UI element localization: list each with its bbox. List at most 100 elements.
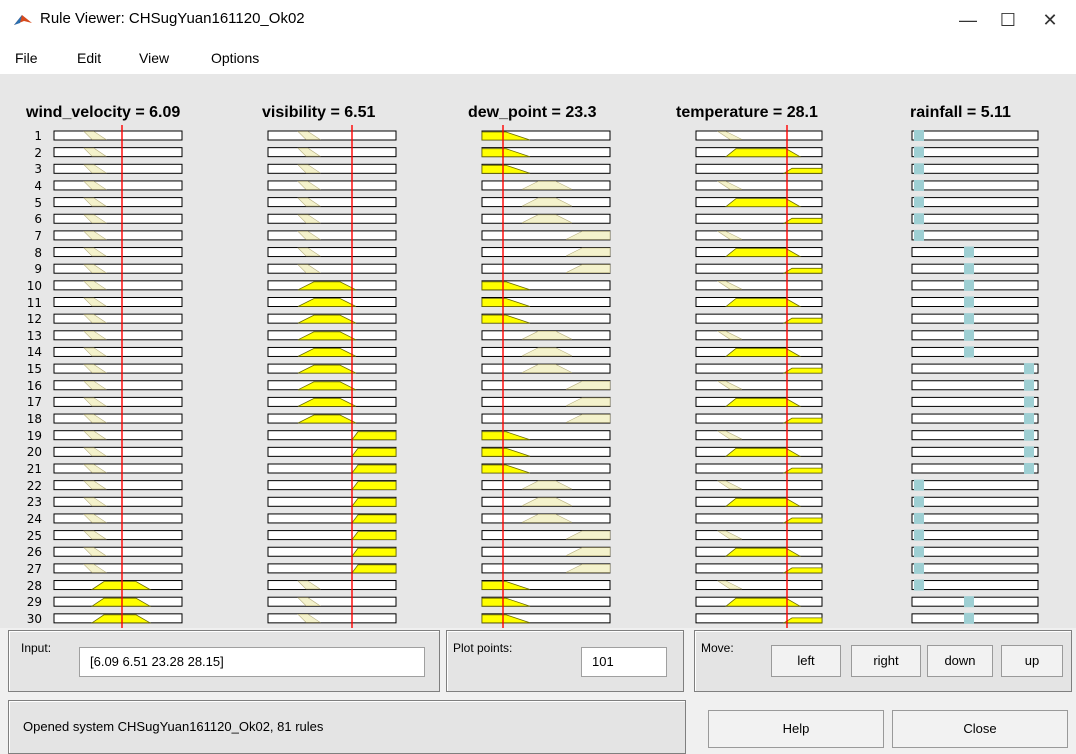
move-up-button[interactable]: up [1001,645,1063,677]
rule-26-var-4-mf [724,547,802,557]
rule-19-var-1-box [53,430,183,441]
rule-10-rainfall-bar [964,279,974,291]
help-button[interactable]: Help [708,710,884,748]
title-bar: Rule Viewer: CHSugYuan161120_Ok02 — ☐ ✕ [0,0,1076,40]
rule-14-rainfall-bar [964,346,974,358]
rule-13-rainfall-bar [964,329,974,341]
rule-25-rainfall-bar [914,529,924,541]
rule-8-var-2-box [267,247,397,258]
rule-13-var-5-box [911,330,1039,341]
status-panel: Opened system CHSugYuan161120_Ok02, 81 r… [8,700,686,754]
rule-30-var-2-box [267,613,397,624]
rule-21-var-5-box [911,463,1039,474]
rule-2-var-4-mf [724,148,802,158]
menu-view[interactable]: View [139,50,169,66]
rule-21-var-1-box [53,463,183,474]
rule-1-var-5-box [911,130,1039,141]
menu-edit[interactable]: Edit [77,50,101,66]
rule-10-var-1-box [53,280,183,291]
rule-5-rainfall-bar [914,196,924,208]
rule-5-var-4-mf [724,198,802,208]
rule-18-rainfall-bar [1024,413,1034,425]
rule-9-var-1-box [53,263,183,274]
rule-6-rainfall-bar [914,213,924,225]
close-button[interactable]: Close [892,710,1068,748]
rule-7-var-5-box [911,230,1039,241]
rule-24-rainfall-bar [914,512,924,524]
rule-plot-area: wind_velocity = 6.09 visibility = 6.51 d… [0,74,1076,628]
rule-24-var-5-box [911,513,1039,524]
menu-file[interactable]: File [15,50,38,66]
menu-options[interactable]: Options [211,50,259,66]
move-left-button[interactable]: left [771,645,841,677]
minimize-button[interactable]: — [948,6,988,34]
rule-19-rainfall-bar [1024,429,1034,441]
matlab-icon [14,15,32,25]
rule-25-var-5-box [911,530,1039,541]
rule-14-var-5-box [911,346,1039,357]
rule-22-rainfall-bar [914,479,924,491]
rule-15-var-5-box [911,363,1039,374]
rule-23-rainfall-bar [914,496,924,508]
move-label: Move: [701,641,734,655]
rule-21-var-2-mf [351,464,397,474]
rule-5-var-5-box [911,197,1039,208]
rule-15-var-1-box [53,363,183,374]
close-window-button[interactable]: ✕ [1030,6,1070,34]
rule-17-var-1-box [53,396,183,407]
rule-17-var-5-box [911,396,1039,407]
rule-9-var-5-box [911,263,1039,274]
rule-29-rainfall-bar [964,596,974,608]
rule-6-var-5-box [911,213,1039,224]
rule-29-var-5-box [911,596,1039,607]
rule-19-var-2-mf [351,431,397,441]
maximize-button[interactable]: ☐ [988,6,1028,34]
rule-7-rainfall-bar [914,229,924,241]
rule-26-rainfall-bar [914,546,924,558]
rule-3-rainfall-bar [914,163,924,175]
plot-points-field[interactable]: 101 [581,647,667,677]
rule-23-var-5-box [911,496,1039,507]
rule-18-var-5-box [911,413,1039,424]
rule-4-var-2-box [267,180,397,191]
rule-4-var-1-box [53,180,183,191]
rule-1-var-2-box [267,130,397,141]
input-field[interactable]: [6.09 6.51 23.28 28.15] [79,647,425,677]
rule-plot[interactable] [0,74,1076,628]
rule-22-var-1-box [53,480,183,491]
rule-24-var-1-box [53,513,183,524]
rule-27-var-2-mf [351,564,397,574]
rule-6-var-2-box [267,213,397,224]
rule-16-var-4-box [695,380,823,391]
rule-2-var-2-box [267,147,397,158]
rule-16-var-1-box [53,380,183,391]
rule-26-var-2-mf [351,547,397,557]
move-right-button[interactable]: right [851,645,921,677]
rule-26-var-5-box [911,546,1039,557]
rule-8-var-1-box [53,247,183,258]
rule-27-var-1-box [53,563,183,574]
rule-6-var-1-box [53,213,183,224]
rule-16-var-5-box [911,380,1039,391]
rule-8-var-4-mf [724,248,802,257]
move-panel: Move: left right down up [694,630,1072,692]
rule-4-var-5-box [911,180,1039,191]
rule-28-var-4-box [695,580,823,591]
rule-27-var-5-box [911,563,1039,574]
rule-28-var-5-box [911,580,1039,591]
rule-12-rainfall-bar [964,313,974,325]
rule-2-var-1-box [53,147,183,158]
rule-5-var-2-box [267,197,397,208]
rule-4-rainfall-bar [914,179,924,191]
rule-8-rainfall-bar [964,246,974,258]
input-panel: Input: [6.09 6.51 23.28 28.15] [8,630,440,692]
rule-23-var-2-mf [351,497,397,507]
window-title: Rule Viewer: CHSugYuan161120_Ok02 [40,10,305,27]
move-down-button[interactable]: down [927,645,993,677]
rule-2-rainfall-bar [914,146,924,158]
rule-3-var-2-box [267,163,397,174]
rule-25-var-1-box [53,530,183,541]
rule-2-var-5-box [911,147,1039,158]
rule-8-var-5-box [911,247,1039,258]
rule-22-var-2-mf [351,481,397,491]
